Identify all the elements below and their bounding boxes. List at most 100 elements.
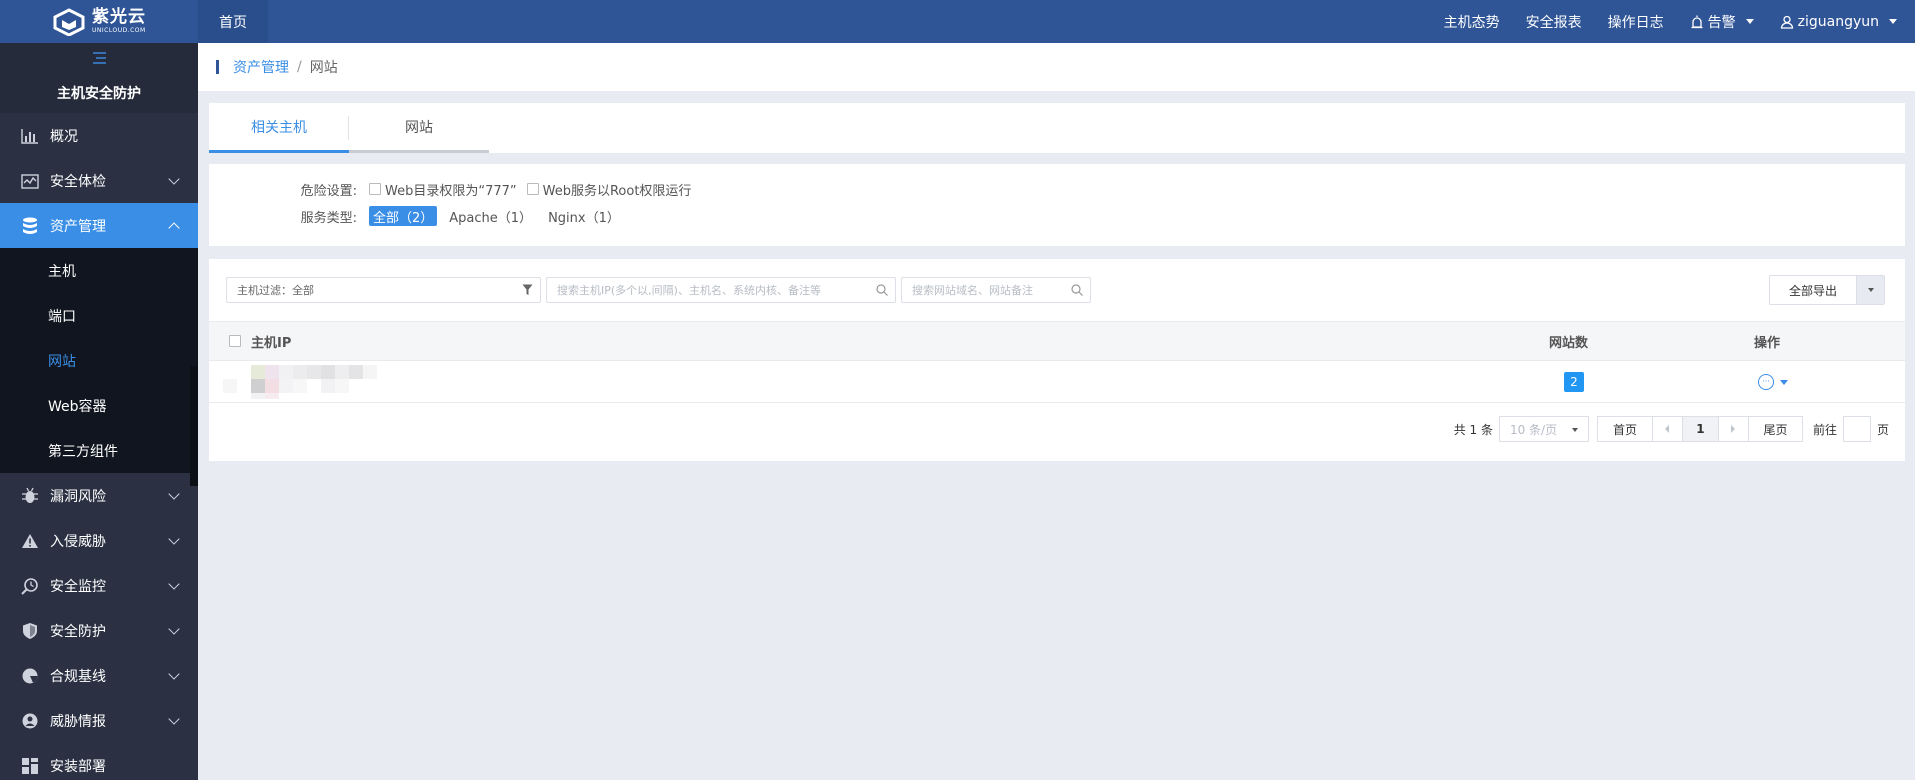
nav-security-report[interactable]: 安全报表 — [1526, 12, 1582, 32]
service-filter-nginx[interactable]: Nginx（1） — [544, 206, 624, 226]
redacted-host-ip — [223, 365, 423, 399]
alarm-icon — [1691, 15, 1703, 28]
sidebar-item-overview[interactable]: 概况 — [0, 113, 198, 158]
breadcrumb-separator: / — [297, 59, 302, 75]
logo-text: 紫光云 — [92, 7, 146, 27]
checkup-icon — [20, 171, 40, 191]
site-search-input[interactable]: 搜索网站域名、网站备注 — [901, 277, 1091, 303]
site-search-placeholder: 搜索网站域名、网站备注 — [912, 284, 1033, 297]
chevron-down-icon — [1867, 288, 1874, 292]
host-table-card: 主机过滤：全部 搜索主机IP(多个以,间隔)、主机名、系统内核、备注等 搜索网站… — [209, 259, 1905, 461]
chevron-down-icon — [168, 668, 180, 680]
checkbox-box[interactable] — [526, 183, 539, 195]
sidebar-item-vuln-risk[interactable]: 漏洞风险 — [0, 473, 198, 518]
sidebar-toggle[interactable] — [0, 43, 198, 73]
table-header: 主机IP 网站数 操作 — [209, 321, 1905, 361]
sidebar: 主机安全防护 概况 安全体检 资产管理 主机 端口 网站 Web容器 第三方组件… — [0, 43, 198, 780]
page-nav: 首页 1 尾页 — [1596, 416, 1803, 442]
checkbox-box[interactable] — [369, 183, 381, 195]
host-search-input[interactable]: 搜索主机IP(多个以,间隔)、主机名、系统内核、备注等 — [546, 277, 896, 303]
logo-subtext: UNICLOUD.COM — [92, 27, 146, 34]
service-filter-apache[interactable]: Apache（1） — [445, 206, 536, 226]
export-all-button-group: 全部导出 — [1769, 275, 1885, 305]
column-operations: 操作 — [1754, 335, 1781, 351]
nav-home[interactable]: 首页 — [198, 0, 268, 43]
sidebar-item-asset-management[interactable]: 资产管理 — [0, 203, 198, 248]
page-size-select[interactable]: 10 条/页 — [1498, 416, 1589, 442]
service-filter-all[interactable]: 全部（2） — [369, 206, 438, 226]
chevron-down-icon — [168, 623, 180, 635]
filter-icon — [522, 284, 533, 295]
sidebar-item-host[interactable]: 主机 — [0, 248, 198, 293]
tab-websites[interactable]: 网站 — [349, 103, 489, 153]
sidebar-item-website[interactable]: 网站 — [0, 338, 198, 383]
menu-icon — [93, 52, 106, 64]
deploy-icon — [20, 756, 40, 776]
sidebar-item-label: 合规基线 — [50, 668, 106, 685]
row-actions-menu[interactable]: ··· — [1758, 374, 1788, 390]
checkbox-box[interactable] — [229, 335, 241, 347]
tab-related-hosts[interactable]: 相关主机 — [209, 103, 349, 153]
user-name: ziguangyun — [1797, 13, 1879, 30]
chevron-down-icon — [168, 578, 180, 590]
sidebar-item-monitor[interactable]: 安全监控 — [0, 563, 198, 608]
chevron-down-icon — [168, 533, 180, 545]
warning-icon — [20, 531, 40, 551]
sidebar-item-port[interactable]: 端口 — [0, 293, 198, 338]
monitor-icon — [20, 576, 40, 596]
checkbox-root-run[interactable]: Web服务以Root权限运行 — [526, 180, 692, 199]
more-icon: ··· — [1758, 374, 1774, 390]
top-bar: 紫光云 UNICLOUD.COM 首页 主机态势 安全报表 操作日志 告警 zi… — [0, 0, 1915, 43]
nav-host-status[interactable]: 主机态势 — [1444, 12, 1500, 32]
page-suffix: 页 — [1876, 422, 1889, 437]
table-row[interactable]: 2 ··· — [209, 361, 1905, 403]
sidebar-item-label: 安全防护 — [50, 623, 106, 640]
chevron-up-icon — [168, 222, 180, 234]
chevron-down-icon — [168, 713, 180, 725]
sidebar-item-threat-intel[interactable]: 威胁情报 — [0, 698, 198, 743]
current-page[interactable]: 1 — [1681, 417, 1718, 441]
alert-menu[interactable]: 告警 — [1690, 12, 1754, 32]
sidebar-item-label: 安全体检 — [50, 173, 106, 190]
chevron-down-icon — [1780, 379, 1788, 385]
prev-page-button[interactable] — [1651, 417, 1682, 441]
export-all-button[interactable]: 全部导出 — [1770, 276, 1856, 304]
goto-page-input[interactable] — [1842, 416, 1871, 442]
total-count: 共 1 条 — [1453, 422, 1493, 437]
sidebar-item-label: 入侵威胁 — [50, 533, 106, 550]
search-icon — [876, 284, 888, 296]
sidebar-item-baseline[interactable]: 合规基线 — [0, 653, 198, 698]
sidebar-item-web-container[interactable]: Web容器 — [0, 383, 198, 428]
host-filter-value: 主机过滤：全部 — [237, 284, 314, 297]
user-menu[interactable]: ziguangyun — [1780, 14, 1897, 30]
sidebar-item-label: 漏洞风险 — [50, 488, 106, 505]
sidebar-item-intrusion[interactable]: 入侵威胁 — [0, 518, 198, 563]
checkbox-label: Web服务以Root权限运行 — [542, 183, 692, 199]
checkbox-label: Web目录权限为“777” — [385, 183, 517, 199]
first-page-button[interactable]: 首页 — [1598, 417, 1652, 441]
chevron-left-icon — [1665, 425, 1670, 433]
logo-icon — [53, 7, 85, 36]
breadcrumb-marker — [216, 60, 219, 74]
logo[interactable]: 紫光云 UNICLOUD.COM — [0, 0, 198, 43]
last-page-button[interactable]: 尾页 — [1747, 417, 1802, 441]
chevron-right-icon — [1731, 425, 1736, 433]
alert-label: 告警 — [1707, 14, 1736, 31]
chevron-down-icon — [168, 173, 180, 185]
select-all-checkbox[interactable] — [229, 335, 245, 347]
sidebar-scrollbar[interactable] — [190, 366, 198, 486]
sidebar-item-checkup[interactable]: 安全体检 — [0, 158, 198, 203]
export-dropdown-button[interactable] — [1856, 276, 1884, 304]
breadcrumb-asset-management[interactable]: 资产管理 — [233, 57, 289, 77]
nav-operation-log[interactable]: 操作日志 — [1608, 12, 1664, 32]
host-filter-select[interactable]: 主机过滤：全部 — [226, 277, 541, 303]
site-count-badge[interactable]: 2 — [1564, 372, 1584, 392]
bug-icon — [20, 486, 40, 506]
sidebar-item-protection[interactable]: 安全防护 — [0, 608, 198, 653]
sidebar-item-third-party[interactable]: 第三方组件 — [0, 428, 198, 473]
checkbox-dir-777[interactable]: Web目录权限为“777” — [369, 180, 517, 199]
goto-label: 前往 — [1812, 422, 1837, 437]
next-page-button[interactable] — [1717, 417, 1748, 441]
shield-icon — [20, 621, 40, 641]
sidebar-item-deploy[interactable]: 安装部署 — [0, 743, 198, 780]
